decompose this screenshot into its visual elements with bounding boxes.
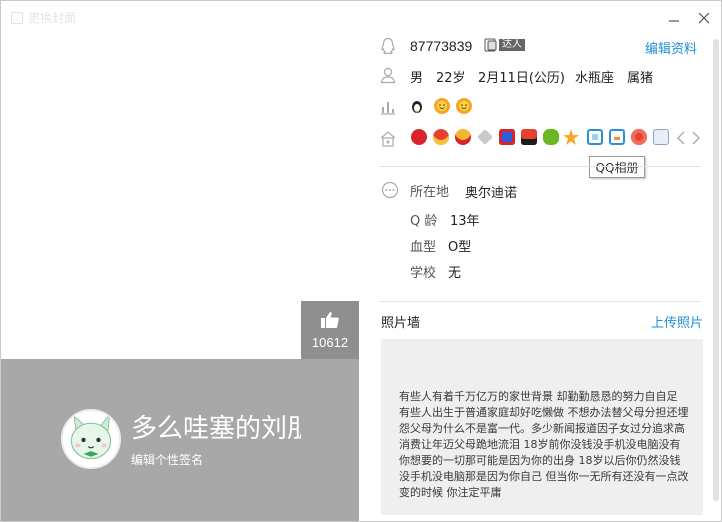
scrollbar-thumb[interactable] — [713, 39, 719, 501]
scrollbar[interactable] — [711, 31, 721, 521]
qage-label: Q 龄 — [410, 214, 438, 229]
divider — [379, 301, 701, 302]
thumbs-up-icon — [321, 311, 339, 328]
user-icon — [380, 67, 396, 84]
divider — [379, 166, 701, 167]
cover-panel: 更换封面 10612 多么哇塞的刘朋 编辑个性签名 — [1, 1, 359, 521]
change-cover-label: 更换封面 — [28, 11, 77, 25]
talent-label: 达人 — [499, 39, 525, 51]
photo-wall-text: 有些人有着千万亿万的家世背景 却勤勤恳恳的努力自自足 有些人出生于普通家庭却好吃… — [399, 390, 689, 499]
envelope-icon[interactable] — [653, 129, 669, 145]
gender: 男 — [410, 71, 424, 86]
red-dot-icon[interactable] — [631, 129, 647, 145]
school-value: 无 — [448, 266, 462, 281]
level-penguin-icon[interactable] — [409, 98, 425, 114]
qq-number: 87773839 — [410, 38, 473, 54]
talent-badge[interactable]: 达人 — [483, 37, 525, 53]
change-cover-button[interactable]: 更换封面 — [11, 9, 76, 26]
signature-edit[interactable]: 编辑个性签名 — [131, 451, 203, 468]
edit-profile-link[interactable]: 编辑资料 — [645, 38, 697, 57]
birthday: 2月11日(公历) — [478, 71, 565, 86]
profile-window: 更换封面 10612 多么哇塞的刘朋 编辑个性签名 87773839 达人 编辑… — [0, 0, 722, 522]
green-frog-icon[interactable] — [543, 129, 559, 145]
talent-emblem-icon — [484, 38, 497, 52]
location-value: 奥尔迪诺 — [465, 186, 518, 201]
blood-label: 血型 — [410, 240, 437, 255]
level-sun-icon[interactable] — [433, 97, 451, 115]
avatar[interactable] — [61, 409, 121, 469]
red-diamond-icon[interactable] — [433, 129, 449, 145]
tooltip: QQ相册 — [589, 156, 645, 178]
qq-show-icon[interactable] — [411, 129, 427, 145]
upload-photo-link[interactable]: 上传照片 — [651, 312, 703, 331]
photo-wall-image[interactable]: 有些人有着千万亿万的家世背景 却勤勤恳恳的努力自自足 有些人出生于普通家庭却好吃… — [381, 339, 703, 515]
level-sun-icon[interactable] — [455, 97, 473, 115]
level-bars-icon — [381, 102, 395, 115]
qq-album-icon[interactable] — [587, 129, 603, 145]
nickname: 多么哇塞的刘朋 — [131, 414, 301, 444]
chevron-right-icon[interactable] — [691, 131, 701, 145]
like-count: 10612 — [311, 334, 349, 350]
ellipsis-circle-icon — [381, 181, 399, 199]
like-button[interactable]: 10612 — [301, 301, 359, 359]
yellow-diamond-icon[interactable] — [455, 129, 471, 145]
chevron-left-icon[interactable] — [676, 131, 686, 145]
cat-avatar-icon — [63, 411, 119, 467]
mail-icon[interactable] — [609, 129, 625, 145]
photo-wall-title: 照片墙 — [381, 316, 421, 331]
house-icon — [380, 131, 396, 147]
blood-value: O型 — [448, 240, 472, 255]
qage-value: 13年 — [450, 214, 480, 229]
image-tile-icon — [11, 11, 23, 24]
blue-diamond-icon[interactable] — [499, 129, 515, 145]
chinese-zodiac: 属猪 — [627, 71, 654, 86]
qq-penguin-icon — [381, 37, 395, 55]
location-label: 所在地 — [410, 185, 450, 200]
age: 22岁 — [436, 71, 466, 86]
zodiac: 水瓶座 — [575, 71, 615, 86]
school-label: 学校 — [410, 266, 437, 281]
game-badge-icon[interactable] — [521, 129, 537, 145]
